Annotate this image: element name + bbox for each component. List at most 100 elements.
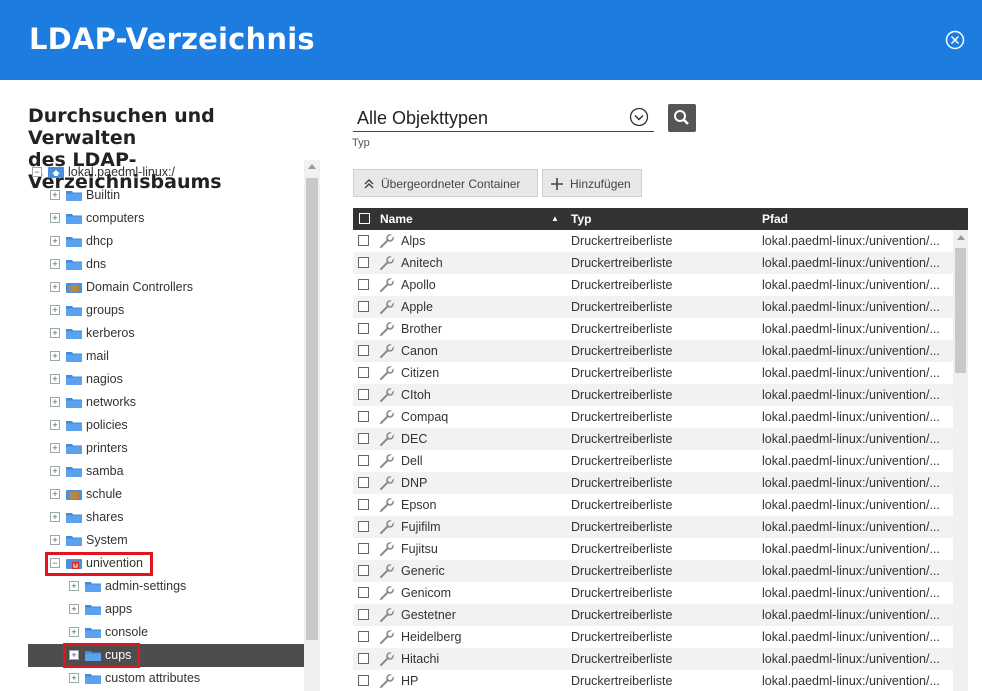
row-checkbox[interactable] [358,345,369,356]
tree-item-dhcp[interactable]: + dhcp [28,230,304,253]
expand-icon[interactable]: + [50,328,60,338]
grid-scroll-thumb[interactable] [955,248,966,373]
row-checkbox[interactable] [358,389,369,400]
add-button[interactable]: Hinzufügen [542,169,642,197]
expand-icon[interactable]: + [50,374,60,384]
tree-item-custom-attributes[interactable]: + custom attributes [28,667,304,690]
row-checkbox[interactable] [358,433,369,444]
table-row[interactable]: Fujitsu Druckertreiberliste lokal.paedml-l… [353,538,953,560]
select-all-checkbox[interactable] [359,213,370,224]
tree-item-kerberos[interactable]: + kerberos [28,322,304,345]
object-type-select[interactable]: Alle Objekttypen [353,103,654,132]
row-checkbox[interactable] [358,323,369,334]
expand-icon[interactable]: + [50,305,60,315]
row-checkbox[interactable] [358,235,369,246]
expand-icon[interactable]: + [50,443,60,453]
chevron-down-icon[interactable] [629,107,649,127]
table-row[interactable]: Hitachi Druckertreiberliste lokal.paedml-l… [353,648,953,670]
row-checkbox[interactable] [358,257,369,268]
expand-icon[interactable]: + [50,259,60,269]
tree-item-computers[interactable]: + computers [28,207,304,230]
table-row[interactable]: Canon Druckertreiberliste lokal.paedml-lin… [353,340,953,362]
row-checkbox[interactable] [358,477,369,488]
table-row[interactable]: Dell Druckertreiberliste lokal.paedml-linu… [353,450,953,472]
expand-icon[interactable]: + [50,351,60,361]
tree-scroll-thumb[interactable] [306,178,318,640]
row-checkbox[interactable] [358,279,369,290]
row-checkbox[interactable] [358,521,369,532]
table-row[interactable]: Alps Druckertreiberliste lokal.paedml-linu… [353,230,953,252]
tree-item-apps[interactable]: + apps [28,598,304,621]
row-checkbox[interactable] [358,499,369,510]
row-checkbox[interactable] [358,455,369,466]
column-path[interactable]: Pfad [762,212,788,226]
expand-icon[interactable]: + [50,420,60,430]
row-checkbox[interactable] [358,653,369,664]
table-row[interactable]: Gestetner Druckertreiberliste lokal.paedml… [353,604,953,626]
tree-root[interactable]: − lokal.paedml-linux:/ [28,161,304,184]
scroll-up-icon[interactable] [957,235,965,240]
expand-icon[interactable]: + [50,512,60,522]
scroll-up-icon[interactable] [308,164,316,169]
table-row[interactable]: DNP Druckertreiberliste lokal.paedml-linux… [353,472,953,494]
table-row[interactable]: Genicom Druckertreiberliste lokal.paedml-l… [353,582,953,604]
table-row[interactable]: Brother Druckertreiberliste lokal.paedml-l… [353,318,953,340]
table-row[interactable]: Apple Druckertreiberliste lokal.paedml-lin… [353,296,953,318]
row-checkbox[interactable] [358,609,369,620]
tree-item-schule[interactable]: + schule [28,483,304,506]
tree-item-samba[interactable]: + samba [28,460,304,483]
table-row[interactable]: CItoh Druckertreiberliste lokal.paedml-lin… [353,384,953,406]
row-checkbox[interactable] [358,411,369,422]
table-row[interactable]: Compaq Druckertreiberliste lokal.paedml-li… [353,406,953,428]
tree-item-console[interactable]: + console [28,621,304,644]
expand-icon[interactable]: + [50,282,60,292]
tree-item-networks[interactable]: + networks [28,391,304,414]
parent-container-button[interactable]: Übergeordneter Container [353,169,538,197]
tree-item-mail[interactable]: + mail [28,345,304,368]
tree-scrollbar[interactable] [304,160,320,691]
row-checkbox[interactable] [358,631,369,642]
table-row[interactable]: Generic Druckertreiberliste lokal.paedml-l… [353,560,953,582]
expand-icon[interactable]: + [69,627,79,637]
table-row[interactable]: DEC Druckertreiberliste lokal.paedml-linux… [353,428,953,450]
collapse-icon[interactable]: − [32,167,42,177]
column-name[interactable]: Name [380,212,413,226]
row-checkbox[interactable] [358,587,369,598]
expand-icon[interactable]: + [50,236,60,246]
tree-item-dns[interactable]: + dns [28,253,304,276]
table-row[interactable]: Citizen Druckertreiberliste lokal.paedml-l… [353,362,953,384]
expand-icon[interactable]: + [69,604,79,614]
table-row[interactable]: HP Druckertreiberliste lokal.paedml-linux:… [353,670,953,691]
table-row[interactable]: Fujifilm Druckertreiberliste lokal.paedml-… [353,516,953,538]
row-checkbox[interactable] [358,301,369,312]
row-checkbox[interactable] [358,367,369,378]
table-row[interactable]: Heidelberg Druckertreiberliste lokal.paedm… [353,626,953,648]
tree-item-system[interactable]: + System [28,529,304,552]
close-circle-icon[interactable] [945,30,965,50]
expand-icon[interactable]: + [50,535,60,545]
expand-icon[interactable]: + [69,673,79,683]
expand-icon[interactable]: + [69,581,79,591]
table-row[interactable]: Apollo Druckertreiberliste lokal.paedml-li… [353,274,953,296]
table-row[interactable]: Anitech Druckertreiberliste lokal.paedml-l… [353,252,953,274]
grid-scrollbar[interactable] [953,230,968,691]
tree-item-shares[interactable]: + shares [28,506,304,529]
table-row[interactable]: Epson Druckertreiberliste lokal.paedml-lin… [353,494,953,516]
sort-ascending-icon[interactable]: ▲ [551,214,559,223]
tree-item-admin-settings[interactable]: + admin-settings [28,575,304,598]
expand-icon[interactable]: + [50,213,60,223]
search-button[interactable] [668,104,696,132]
tree-item-groups[interactable]: + groups [28,299,304,322]
expand-icon[interactable]: + [50,397,60,407]
row-checkbox[interactable] [358,675,369,686]
tree-item-policies[interactable]: + policies [28,414,304,437]
row-checkbox[interactable] [358,543,369,554]
expand-icon[interactable]: + [50,190,60,200]
tree-item-domain-controllers[interactable]: + Domain Controllers [28,276,304,299]
column-type[interactable]: Typ [571,212,591,226]
tree-item-nagios[interactable]: + nagios [28,368,304,391]
tree-item-printers[interactable]: + printers [28,437,304,460]
expand-icon[interactable]: + [50,466,60,476]
row-checkbox[interactable] [358,565,369,576]
tree-item-builtin[interactable]: + Builtin [28,184,304,207]
